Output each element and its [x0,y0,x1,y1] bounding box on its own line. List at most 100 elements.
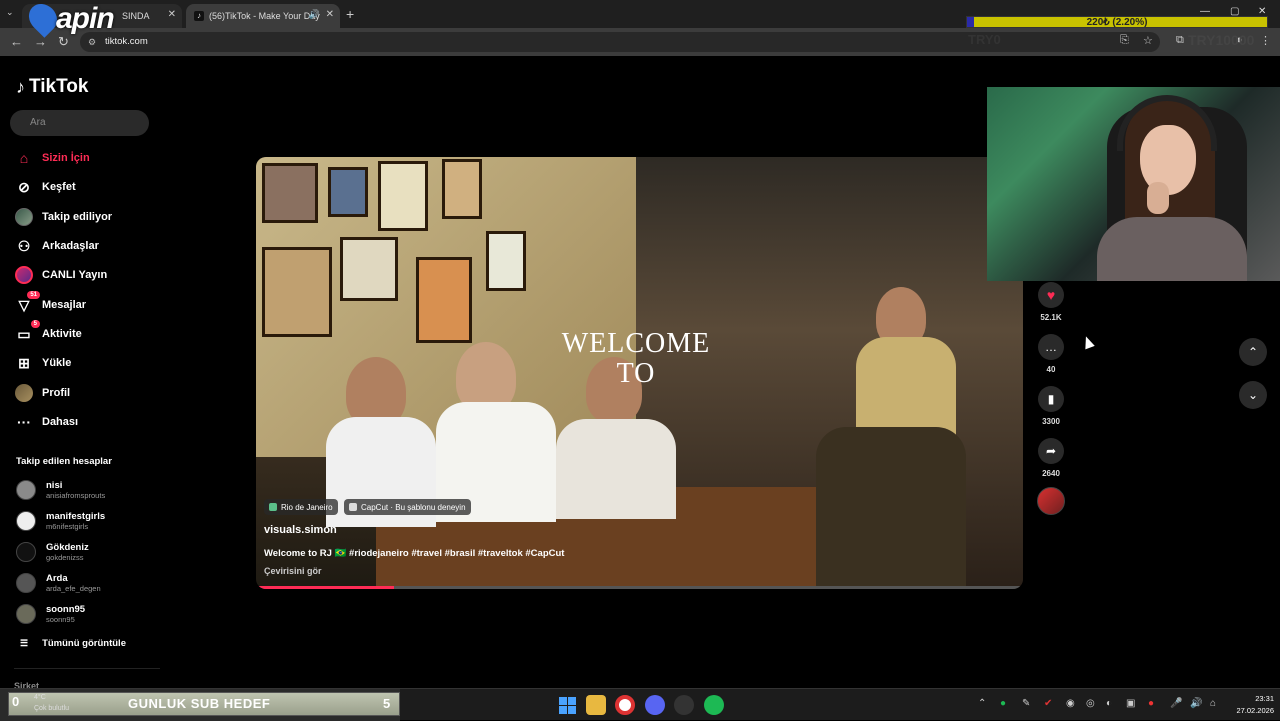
address-bar: ← → ↻ tiktok.com ⚙ ⎘ ☆ ⧉ ● ⋮ [0,28,1280,56]
headset-icon [1117,95,1217,151]
capcut-template-chip[interactable]: CapCut · Bu şablonu deneyin [344,499,471,515]
clock-date[interactable]: 27.02.2026 [1230,706,1274,715]
speaker-icon[interactable]: 🔊 [309,9,320,20]
sidebar-item-label: Dahası [42,416,79,428]
see-translation-link[interactable]: Çevirisini gör [264,566,322,576]
followed-account[interactable]: Arda arda_efe_degen [16,570,101,596]
account-handle: anisiafromsprouts [46,491,106,500]
location-chip[interactable]: Rio de Janeiro [264,499,338,515]
home-icon: ⌂ [19,150,29,166]
back-icon[interactable]: ← [10,34,23,49]
close-tab-icon[interactable]: ✕ [168,9,176,20]
avatar [16,604,36,624]
menu-kebab-icon[interactable]: ⋮ [1260,34,1271,47]
sub-goal-target: 5 [383,696,391,711]
chrome-icon[interactable] [615,695,635,715]
stream-logo: apin [56,2,115,35]
like-count: 52.1K [1040,313,1062,322]
sidebar-item-live[interactable]: CANLI Yayın [14,264,107,286]
share-button[interactable]: ➦ 2640 [1037,438,1065,478]
discord-icon[interactable] [645,695,665,715]
avatar [16,542,36,562]
comment-icon: … [1038,334,1064,360]
save-button[interactable]: ▮ 3300 [1037,386,1065,426]
previous-video-button[interactable]: ⌃ [1239,338,1267,366]
windows-taskbar: 0 4°C Çok bulutlu GUNLUK SUB HEDEF 5 ⌃ ●… [0,688,1280,721]
browser-tab-tiktok[interactable]: ♪ (56)TikTok - Make Your Day 🔊 ✕ [186,4,340,28]
sidebar-item-label: CANLI Yayın [42,269,108,281]
followed-account[interactable]: Gökdeniz gokdenizss [16,539,89,565]
sub-goal-current: 0 [12,694,20,709]
sidebar-item-friends[interactable]: ⚇ Arkadaşlar [14,235,99,257]
close-tab-icon[interactable]: ✕ [326,9,334,20]
tray-spotify-icon[interactable]: ● [1000,698,1006,709]
tray-record-icon[interactable]: ● [1148,698,1154,709]
poster [262,163,318,223]
tray-app-icon[interactable]: ▣ [1126,698,1135,709]
sidebar-item-profile[interactable]: Profil [14,382,70,404]
next-video-button[interactable]: ⌄ [1239,381,1267,409]
sidebar-item-messages[interactable]: ▽ 51 Mesajlar [14,291,87,316]
see-all-following-button[interactable]: ☰ Tümünü görüntüle [20,638,126,649]
video-author[interactable]: visuals.simon [264,524,337,536]
tray-overflow-icon[interactable]: ⌃ [978,698,986,709]
cast-icon[interactable]: ⎘ [1120,34,1129,47]
account-handle: m6nifestgirls [46,522,89,531]
extensions-icon[interactable]: ⧉ [1176,34,1184,47]
site-info-icon[interactable]: ⚙ [88,37,96,48]
tiktok-favicon-icon: ♪ [194,11,204,21]
video-progress-fill [256,586,395,589]
sidebar-item-explore[interactable]: ⊘ Keşfet [14,176,76,198]
sidebar-item-label: Profil [42,387,71,399]
sidebar-item-more[interactable]: ··· Dahası [14,411,78,433]
share-count: 2640 [1042,469,1060,478]
comment-button[interactable]: … 40 [1037,334,1065,374]
spotify-icon[interactable] [704,695,724,715]
followed-account[interactable]: manifestgirls m6nifestgirls [16,508,105,534]
tray-steam-icon[interactable]: ◉ [1066,698,1075,709]
network-icon[interactable]: ⌂ [1210,698,1216,709]
reload-icon[interactable]: ↻ [58,34,69,50]
streamer-webcam [987,87,1280,281]
creator-avatar[interactable] [1037,487,1065,515]
sidebar-item-label: Sizin İçin [42,152,90,164]
followed-account[interactable]: soonn95 soonn95 [16,601,85,627]
messages-icon: ▽ 51 [14,291,40,315]
poster [328,167,368,217]
file-explorer-icon[interactable] [586,695,606,715]
tray-app-icon[interactable]: ◎ [1086,698,1095,709]
sidebar-item-activity[interactable]: ▭ 5 Aktivite [14,320,82,345]
tray-pen-icon[interactable]: ✎ [1022,698,1030,709]
bookmark-star-icon[interactable]: ☆ [1143,34,1153,47]
sidebar-item-label: Mesajlar [42,299,87,311]
avatar [16,480,36,500]
following-avatar-icon [14,207,34,227]
tiktok-logo[interactable]: ♪ TikTok [16,76,88,98]
followed-account[interactable]: nisi anisiafromsprouts [16,477,105,503]
search-input[interactable]: Ara [10,110,149,136]
like-button[interactable]: ♥ 52.1K [1037,282,1065,322]
sidebar-item-following[interactable]: Takip ediliyor [14,206,112,228]
following-accounts-heading: Takip edilen hesaplar [16,456,112,467]
sub-goal-title: GUNLUK SUB HEDEF [128,696,271,711]
more-icon: ··· [17,414,31,430]
save-count: 3300 [1042,417,1060,426]
obs-icon[interactable] [674,695,694,715]
weather-temp[interactable]: 4°C [34,694,46,701]
see-all-label: Tümünü görüntüle [42,638,126,649]
weather-desc[interactable]: Çok bulutlu [34,705,69,712]
new-tab-button[interactable]: + [346,6,354,22]
sidebar-item-upload[interactable]: ⊞ Yükle [14,352,71,374]
start-button[interactable] [557,695,577,715]
video-progress-bar[interactable] [256,586,1023,589]
tab-search-chevron-icon[interactable]: ⌄ [6,7,14,18]
sidebar-item-for-you[interactable]: ⌂ Sizin İçin [14,147,90,169]
microphone-icon[interactable]: 🎤 [1170,698,1182,709]
clock-time[interactable]: 23:31 [1244,694,1274,703]
tray-app-icon[interactable]: ✔ [1044,698,1052,709]
chevron-up-icon: ⌃ [1247,345,1259,359]
video-player[interactable]: WELCOME TO Rio de Janeiro CapCut · Bu şa… [256,157,1023,589]
tray-app-icon[interactable]: ◐ [1106,698,1112,709]
divider [14,668,160,669]
volume-icon[interactable]: 🔊 [1190,698,1202,709]
